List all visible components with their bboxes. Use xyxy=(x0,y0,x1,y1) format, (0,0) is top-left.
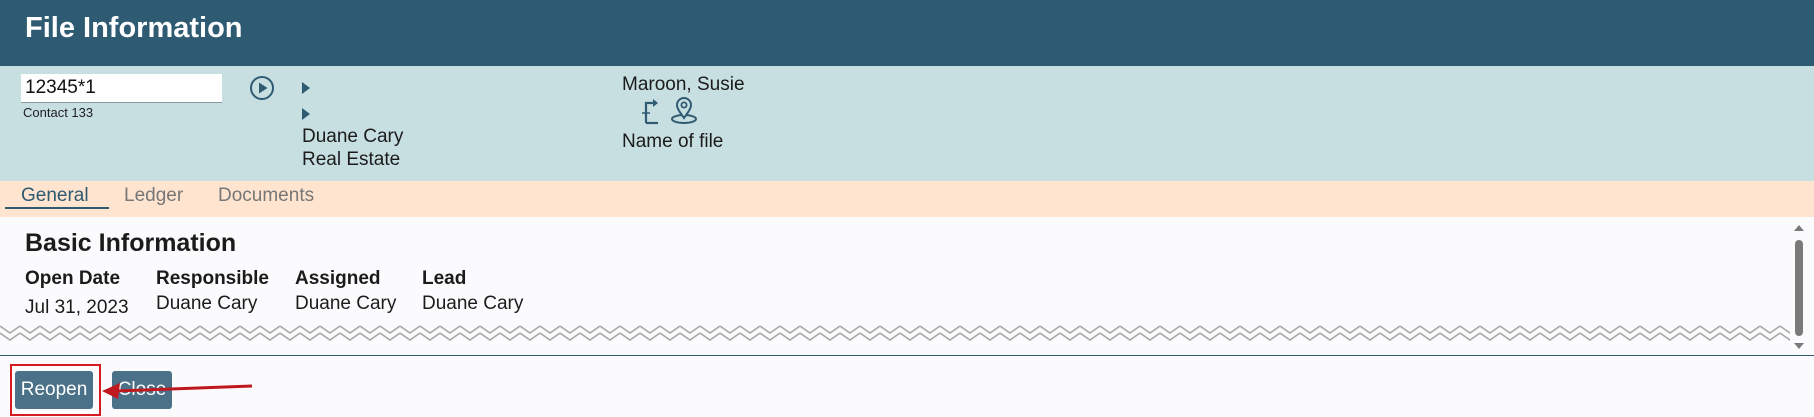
expand-triangle-icon[interactable] xyxy=(302,108,310,120)
tab-documents[interactable]: Documents xyxy=(218,185,314,207)
open-date-field: Open Date Jul 31, 2023 xyxy=(25,268,129,319)
tab-general[interactable]: General xyxy=(21,185,89,207)
client-name: Maroon, Susie xyxy=(622,74,745,95)
field-value: Duane Cary xyxy=(422,293,524,314)
assigned-field: Assigned Duane Cary xyxy=(295,268,396,315)
party-type: Real Estate xyxy=(302,149,401,170)
page-title: File Information xyxy=(25,12,243,44)
action-bar: Reopen Close xyxy=(0,356,1814,417)
field-value: Duane Cary xyxy=(156,293,258,314)
lead-field: Lead Duane Cary xyxy=(422,268,523,315)
play-icon[interactable] xyxy=(249,75,275,101)
section-title: Basic Information xyxy=(25,229,237,257)
field-label: Responsible xyxy=(156,268,269,289)
field-value: Jul 31, 2023 xyxy=(25,297,129,318)
active-tab-indicator xyxy=(5,207,109,209)
expand-triangle-icon[interactable] xyxy=(302,82,310,94)
file-name: Name of file xyxy=(622,131,724,152)
file-number-input[interactable] xyxy=(21,74,222,103)
tab-bar: General Ledger Documents xyxy=(0,181,1814,217)
reopen-button[interactable]: Reopen xyxy=(15,371,93,409)
field-value: Duane Cary xyxy=(295,293,397,314)
contact-label: Contact 133 xyxy=(23,105,94,120)
annotation-arrow-icon xyxy=(102,383,253,399)
file-header: Contact 133 Duane Cary Real Estate Maroo… xyxy=(0,66,1814,181)
torn-edge-divider xyxy=(0,321,1790,341)
transfer-icon[interactable] xyxy=(638,97,664,125)
tab-ledger[interactable]: Ledger xyxy=(124,185,183,207)
title-bar: File Information xyxy=(0,0,1814,66)
field-label: Open Date xyxy=(25,268,121,289)
field-label: Assigned xyxy=(295,268,381,289)
vertical-scrollbar[interactable] xyxy=(1791,223,1807,351)
location-pin-icon[interactable] xyxy=(669,96,699,124)
field-label: Lead xyxy=(422,268,467,289)
basic-information-panel: Basic Information Open Date Jul 31, 2023… xyxy=(0,217,1814,355)
responsible-field: Responsible Duane Cary xyxy=(156,268,269,315)
party-name: Duane Cary xyxy=(302,126,404,147)
